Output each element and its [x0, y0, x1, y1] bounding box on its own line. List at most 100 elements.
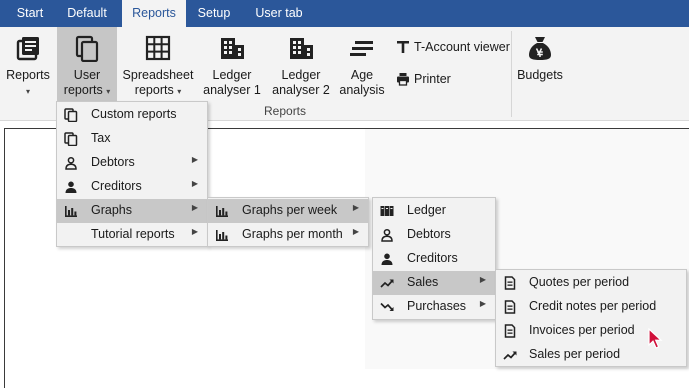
user-reports-label-1: User	[73, 68, 101, 82]
tab-user-tab[interactable]: User tab	[248, 0, 310, 27]
menu-item-credit-notes-per-period[interactable]: Credit notes per period	[496, 295, 686, 319]
reports-label: Reports	[6, 68, 50, 82]
copy-icon	[64, 132, 78, 146]
budgets-button[interactable]: Budgets	[514, 27, 566, 101]
document-icon	[503, 324, 517, 338]
ribbon-tab-bar: Start Default Reports Setup User tab	[0, 0, 689, 28]
ledger-analyser-1-label-1: Ledger	[212, 68, 252, 82]
menu-item-label: Debtors	[91, 155, 135, 169]
age-analysis-button[interactable]: Age analysis	[336, 27, 388, 101]
document-icon	[503, 300, 517, 314]
t-account-viewer-button[interactable]: T-Account viewer	[396, 38, 514, 56]
menu-item-label: Custom reports	[91, 107, 177, 121]
menu-item-graphs-per-month[interactable]: Graphs per month ▶	[208, 223, 368, 247]
user-reports-caret: ▾	[106, 87, 111, 96]
menu-item-creditors-week[interactable]: Creditors	[373, 247, 495, 271]
bar-chart-icon	[215, 204, 229, 218]
user-reports-menu: Custom reports Tax Debtors ▶ Creditors ▶…	[56, 101, 208, 247]
menu-item-ledger[interactable]: Ledger	[373, 199, 495, 223]
spreadsheet-icon	[144, 34, 172, 62]
menu-item-label: Sales per period	[529, 347, 621, 361]
menu-item-label: Quotes per period	[529, 275, 630, 289]
tab-setup[interactable]: Setup	[190, 0, 238, 27]
graphs-submenu: Graphs per week ▶ Graphs per month ▶	[207, 197, 369, 247]
reports-group-label: Reports	[264, 104, 307, 118]
trend-up-icon	[380, 276, 394, 290]
person-outline-icon	[380, 228, 394, 242]
printer-label: Printer	[414, 72, 451, 86]
user-reports-label-2: reports	[63, 83, 103, 97]
printer-button[interactable]: Printer	[396, 70, 466, 88]
submenu-arrow-icon: ▶	[191, 203, 198, 212]
menu-item-label: Debtors	[407, 227, 451, 241]
ledger-icon	[380, 204, 394, 218]
tab-start[interactable]: Start	[8, 0, 52, 27]
ledger-analyser-1-button[interactable]: Ledger analyser 1	[203, 27, 261, 101]
document-icon	[503, 276, 517, 290]
reports-caret: ▾	[25, 87, 30, 96]
ledger-analyser-2-label-1: Ledger	[281, 68, 321, 82]
budgets-label: Budgets	[517, 68, 563, 82]
submenu-arrow-icon: ▶	[479, 275, 486, 284]
spreadsheet-label-1: Spreadsheet	[122, 68, 194, 82]
spreadsheet-caret: ▾	[177, 87, 182, 96]
submenu-arrow-icon: ▶	[479, 299, 486, 308]
menu-item-label: Graphs per week	[242, 203, 338, 217]
ledger-analyser-2-label-2: analyser 2	[272, 83, 330, 97]
sales-submenu: Quotes per period Credit notes per perio…	[495, 269, 687, 367]
spreadsheet-label-2: reports	[134, 83, 174, 97]
mouse-cursor-icon	[648, 328, 664, 350]
menu-item-label: Tax	[91, 131, 111, 145]
ribbon-group-divider	[511, 31, 512, 117]
menu-item-label: Purchases	[407, 299, 467, 313]
reports-button[interactable]: Reports ▾	[2, 27, 54, 101]
menu-item-debtors-week[interactable]: Debtors	[373, 223, 495, 247]
tab-reports[interactable]: Reports	[122, 0, 186, 28]
spreadsheet-reports-button[interactable]: Spreadsheet reports ▾	[121, 27, 195, 101]
t-account-icon	[396, 40, 410, 54]
bar-chart-icon	[215, 228, 229, 242]
person-outline-icon	[64, 156, 78, 170]
menu-item-tax[interactable]: Tax	[57, 127, 207, 151]
menu-item-label: Sales	[407, 275, 439, 289]
menu-item-graphs-per-week[interactable]: Graphs per week ▶	[208, 199, 368, 223]
building-icon	[287, 34, 315, 62]
age-analysis-icon	[348, 34, 376, 62]
menu-item-label: Ledger	[407, 203, 446, 217]
menu-item-label: Creditors	[407, 251, 458, 265]
submenu-arrow-icon: ▶	[191, 227, 198, 236]
user-reports-button[interactable]: User reports ▾	[57, 27, 117, 101]
menu-item-graphs[interactable]: Graphs ▶	[57, 199, 207, 223]
user-reports-icon	[73, 34, 101, 62]
menu-item-label: Invoices per period	[529, 323, 635, 337]
money-bag-icon	[526, 34, 554, 62]
menu-item-quotes-per-period[interactable]: Quotes per period	[496, 271, 686, 295]
menu-item-debtors[interactable]: Debtors ▶	[57, 151, 207, 175]
menu-item-purchases[interactable]: Purchases ▶	[373, 295, 495, 319]
menu-item-tutorial-reports[interactable]: Tutorial reports ▶	[57, 223, 207, 247]
submenu-arrow-icon: ▶	[191, 155, 198, 164]
age-analysis-label-2: analysis	[339, 83, 385, 97]
age-analysis-label-1: Age	[350, 68, 374, 82]
submenu-arrow-icon: ▶	[352, 203, 359, 212]
menu-item-creditors[interactable]: Creditors ▶	[57, 175, 207, 199]
menu-item-custom-reports[interactable]: Custom reports	[57, 103, 207, 127]
tab-default[interactable]: Default	[56, 0, 118, 27]
menu-item-sales[interactable]: Sales ▶	[373, 271, 495, 295]
person-filled-icon	[64, 180, 78, 194]
t-account-viewer-label: T-Account viewer	[414, 40, 510, 54]
menu-item-label: Tutorial reports	[91, 227, 175, 241]
menu-item-label: Creditors	[91, 179, 142, 193]
trend-down-icon	[380, 300, 394, 314]
menu-item-label: Credit notes per period	[529, 299, 657, 313]
trend-up-icon	[503, 348, 517, 362]
submenu-arrow-icon: ▶	[352, 227, 359, 236]
graphs-per-week-submenu: Ledger Debtors Creditors Sales ▶ Purchas…	[372, 197, 496, 320]
copy-icon	[64, 108, 78, 122]
ledger-analyser-2-button[interactable]: Ledger analyser 2	[270, 27, 332, 101]
menu-item-label: Graphs per month	[242, 227, 343, 241]
bar-chart-icon	[64, 204, 78, 218]
person-filled-icon	[380, 252, 394, 266]
printer-icon	[396, 72, 410, 86]
menu-item-label: Graphs	[91, 203, 132, 217]
